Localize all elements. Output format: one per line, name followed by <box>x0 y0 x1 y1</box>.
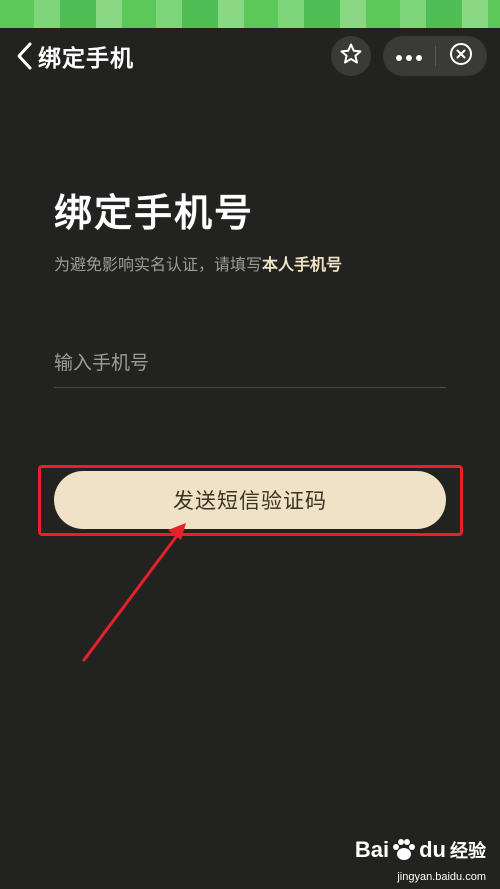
status-bar <box>0 0 500 28</box>
chevron-left-icon <box>14 41 34 71</box>
favorite-button[interactable] <box>331 36 371 76</box>
baidu-jingyan-watermark: Bai du 经验 jingyan.baidu.com <box>336 837 486 883</box>
page-title: 绑定手机 <box>38 46 134 72</box>
watermark-product: 经验 <box>450 841 486 861</box>
close-button[interactable] <box>435 36 487 76</box>
main-heading: 绑定手机号 <box>54 191 255 235</box>
subtitle: 为避免影响实名认证，请填写本人手机号 <box>54 251 342 275</box>
capsule-menu <box>383 36 487 76</box>
back-button[interactable]: 绑定手机 <box>14 36 134 76</box>
watermark-url: jingyan.baidu.com <box>397 871 486 883</box>
more-dots-icon <box>395 47 423 66</box>
more-button[interactable] <box>383 36 435 76</box>
star-icon <box>339 42 363 70</box>
watermark-bai: Bai <box>354 837 390 862</box>
watermark-du: du <box>419 837 446 862</box>
nav-bar: 绑定手机 <box>0 28 500 86</box>
close-circle-icon <box>449 42 473 70</box>
subtitle-emphasis: 本人手机号 <box>262 255 343 274</box>
subtitle-text: 为避免影响实名认证，请填写 <box>54 255 263 274</box>
send-sms-code-button[interactable]: 发送短信验证码 <box>54 471 446 529</box>
annotation-arrow <box>82 523 186 662</box>
paw-icon <box>391 837 417 863</box>
phone-number-input[interactable] <box>54 338 446 388</box>
